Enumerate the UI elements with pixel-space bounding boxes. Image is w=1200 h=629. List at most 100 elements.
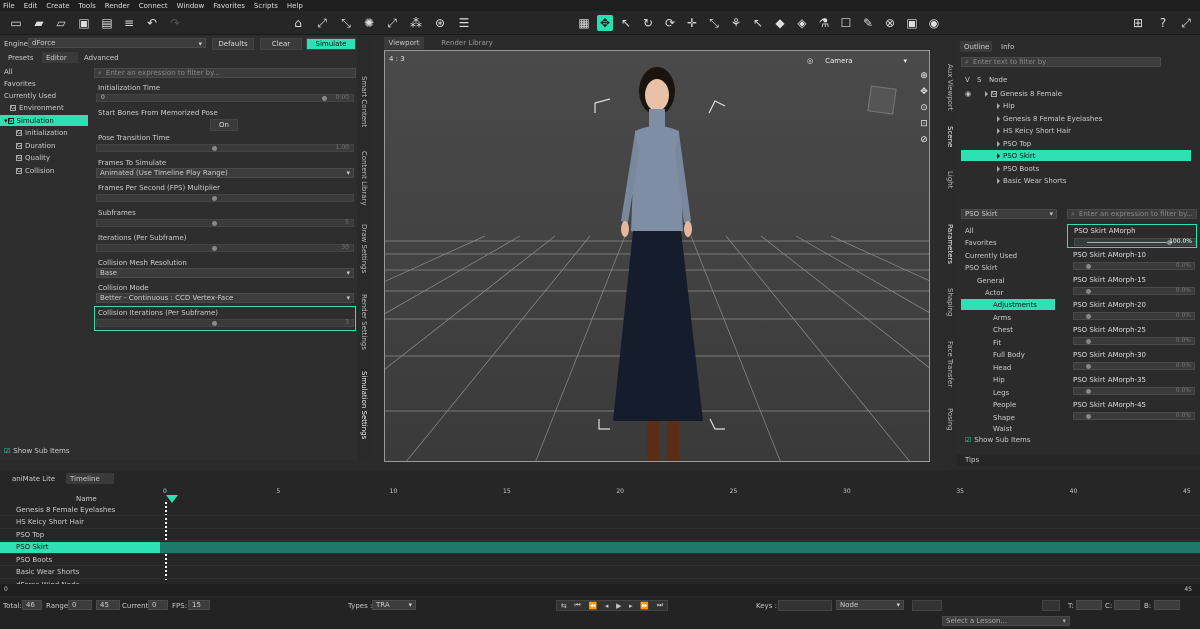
next-frame-icon[interactable]: ▸ [629, 602, 633, 610]
clear-button[interactable]: Clear [260, 38, 302, 50]
morph-slider-row[interactable]: PSO Skirt AMorph-30 0.0% [1067, 349, 1197, 373]
initialization-time-slider[interactable]: 0 0:00 [96, 94, 354, 102]
distant-light-icon[interactable]: ⤡ [338, 15, 354, 31]
light-icon[interactable]: ⤢ [384, 15, 400, 31]
engine-select[interactable]: dForce ▾ [28, 38, 206, 48]
morph-slider[interactable]: 0.0% [1073, 412, 1195, 420]
camera-select[interactable]: ◎ Camera ▾ [807, 55, 907, 67]
tree-simulation[interactable]: ▾ G Simulation [0, 115, 88, 126]
joint-editor-icon[interactable]: ↖ [750, 15, 766, 31]
tree-collision[interactable]: G Collision [0, 165, 88, 176]
defaults-button[interactable]: Defaults [212, 38, 254, 50]
morph-slider[interactable]: 0.0% [1073, 287, 1195, 295]
scene-node[interactable]: ◉ G Genesis 8 Female [961, 88, 1191, 99]
b-field[interactable] [1154, 600, 1180, 610]
ptree-item[interactable]: Legs [961, 387, 1059, 398]
ptree-item[interactable]: Waist [961, 423, 1059, 434]
frame-icon[interactable]: ⊡ [920, 119, 928, 129]
filter-input[interactable]: ⌕ Enter an expression to filter by... [94, 68, 356, 78]
tab-simulation-settings[interactable]: Simulation Settings [360, 371, 368, 439]
node-select[interactable]: Node ▾ [836, 600, 904, 610]
ptree-item[interactable]: Actor [961, 287, 1059, 298]
play-icon[interactable]: ▶ [616, 602, 621, 610]
menu-file[interactable]: File [3, 2, 15, 10]
menu-scripts[interactable]: Scripts [254, 2, 278, 10]
tab-shaping[interactable]: Shaping [946, 288, 954, 316]
timeline-row[interactable]: Basic Wear Shorts [0, 567, 1200, 579]
key-buttons[interactable] [778, 600, 832, 611]
scene-node[interactable]: PSO Boots [961, 163, 1191, 174]
memorized-pose-toggle[interactable]: On [210, 119, 238, 131]
scene-node[interactable]: Hip [961, 100, 1191, 111]
menu-favorites[interactable]: Favorites [213, 2, 245, 10]
last-frame-icon[interactable]: ⏭ [657, 601, 663, 610]
node-selection-icon[interactable]: ↖ [618, 15, 634, 31]
collision-mode-select[interactable]: Better - Continuous : CCD Vertex-Face ▾ [96, 293, 354, 303]
morph-slider-row[interactable]: PSO Skirt AMorph-15 0.0% [1067, 274, 1197, 298]
list-icon[interactable]: ☰ [456, 15, 472, 31]
region-nav-icon[interactable]: ☐ [838, 15, 854, 31]
pan-icon[interactable]: ✥ [920, 87, 928, 97]
tab-parameters[interactable]: Parameters [946, 224, 954, 264]
first-frame-icon[interactable]: ⏮ [574, 601, 580, 610]
ptree-item[interactable]: PSO Skirt [961, 262, 1059, 273]
morph-slider-row[interactable]: PSO Skirt AMorph-45 0.0% [1067, 399, 1197, 423]
current-field[interactable]: 0 [148, 600, 168, 610]
collision-iterations-slider[interactable]: 3 [96, 319, 354, 327]
create-camera-icon[interactable]: ⌂ [290, 15, 306, 31]
frames-to-simulate-select[interactable]: Animated (Use Timeline Play Range) ▾ [96, 168, 354, 178]
tab-light[interactable]: Light [946, 171, 954, 188]
node-weight-icon[interactable]: ⚗ [816, 15, 832, 31]
morph-slider[interactable]: 0.0% [1073, 312, 1195, 320]
rotate-icon[interactable]: ↻ [640, 15, 656, 31]
tree-quality[interactable]: G Quality [0, 152, 88, 163]
scene-icon[interactable]: ⁂ [408, 15, 424, 31]
ptree-item[interactable]: Hip [961, 374, 1059, 385]
tab-smart-content[interactable]: Smart Content [360, 76, 368, 127]
menu-connect[interactable]: Connect [139, 2, 168, 10]
tree-favorites[interactable]: Favorites [0, 78, 88, 89]
tab-timeline[interactable]: Timeline [66, 473, 114, 484]
ptree-item[interactable]: Head [961, 362, 1059, 373]
timeline-row[interactable]: PSO Top [0, 529, 1200, 541]
save-icon[interactable]: ▣ [76, 15, 92, 31]
tree-currently-used[interactable]: Currently Used [0, 90, 88, 101]
tab-advanced[interactable]: Advanced [80, 52, 119, 63]
subframes-slider[interactable]: 5 [96, 219, 354, 227]
viewport[interactable]: 4 : 3 ◎ Camera ▾ ⊕ ✥ ⊙ ⊡ ⊘ [384, 50, 930, 462]
zoom-icon[interactable]: ⊕ [920, 71, 928, 81]
ptree-item[interactable]: General [961, 275, 1059, 286]
preferences-icon[interactable]: ≡ [121, 15, 137, 31]
translate-icon[interactable]: ✛ [684, 15, 700, 31]
ptree-item[interactable]: Full Body [961, 349, 1059, 360]
total-field[interactable]: 46 [22, 600, 42, 610]
morph-slider[interactable]: 0.0% [1073, 337, 1195, 345]
timeline-row[interactable]: Genesis 8 Female Eyelashes [0, 504, 1200, 516]
scene-filter-input[interactable]: ⌕ Enter text to filter by [961, 57, 1161, 67]
tab-tips[interactable]: Tips [965, 456, 979, 464]
ptree-item[interactable]: All [961, 225, 1059, 236]
point-light-icon[interactable]: ✺ [361, 15, 377, 31]
ptree-item[interactable]: Favorites [961, 237, 1059, 248]
show-sub-items[interactable]: ☑ Show Sub Items [0, 445, 88, 456]
loop-icon[interactable]: ⇆ [561, 602, 567, 610]
node-icon[interactable]: ⊛ [432, 15, 448, 31]
morph-slider-row[interactable]: PSO Skirt AMorph-10 0.0% [1067, 249, 1197, 273]
morph-slider-row[interactable]: PSO Skirt AMorph-35 0.0% [1067, 374, 1197, 398]
tree-environment[interactable]: G Environment [0, 102, 88, 113]
new-file-icon[interactable]: ▭ [8, 15, 24, 31]
render-icon[interactable]: ▣ [904, 15, 920, 31]
timeline-row[interactable]: PSO Skirt [0, 541, 1200, 554]
tab-face-transfer[interactable]: Face Transfer [946, 341, 954, 387]
types-select[interactable]: TRA ▾ [372, 600, 416, 610]
ptree-item-selected[interactable]: Adjustments [961, 299, 1055, 310]
tab-content-library[interactable]: Content Library [360, 151, 368, 206]
tab-animate-lite[interactable]: aniMate Lite [8, 473, 55, 484]
morph-slider-row[interactable]: PSO Skirt AMorph-20 0.0% [1067, 299, 1197, 323]
surface-selection-icon[interactable]: ◆ [772, 15, 788, 31]
tree-duration[interactable]: G Duration [0, 140, 88, 151]
menu-edit[interactable]: Edit [24, 2, 38, 10]
param-show-sub[interactable]: ☑ Show Sub Items [961, 434, 1059, 445]
morph-slider[interactable]: 0.0% [1073, 362, 1195, 370]
range-start-field[interactable]: 0 [68, 600, 92, 610]
